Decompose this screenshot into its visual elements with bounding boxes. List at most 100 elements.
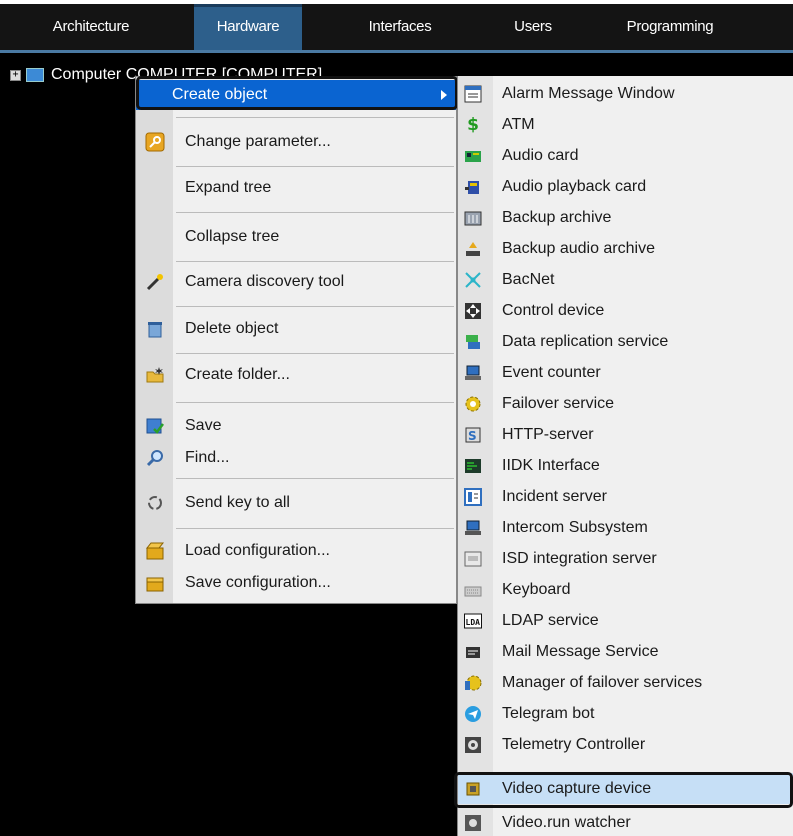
submenu-item-atm[interactable]: $ ATM <box>458 109 793 140</box>
submenu-item-label: Telegram bot <box>502 704 595 722</box>
submenu-item-mail-message[interactable]: Mail Message Service <box>458 636 793 667</box>
trash-icon <box>145 319 165 339</box>
submenu-item-failover[interactable]: Failover service <box>458 388 793 419</box>
svg-text:S: S <box>468 429 477 443</box>
submenu-item-http-server[interactable]: S HTTP-server <box>458 419 793 450</box>
box-open-icon <box>145 541 165 561</box>
menu-item-change-parameter[interactable]: Change parameter... <box>136 127 456 157</box>
submenu-item-label: Audio playback card <box>502 177 647 195</box>
mail-icon <box>463 642 483 662</box>
save-icon <box>145 416 165 436</box>
telemetry-icon <box>463 735 483 755</box>
submenu-item-bacnet[interactable]: BacNet <box>458 264 793 295</box>
submenu-item-label: Audio card <box>502 146 579 164</box>
submenu-item-telemetry[interactable]: Telemetry Controller <box>458 729 793 760</box>
incident-icon <box>463 487 483 507</box>
menu-separator <box>176 306 454 307</box>
submenu-item-alarm-message-window[interactable]: Alarm Message Window <box>458 78 793 109</box>
create-object-highlight-outline <box>136 76 458 110</box>
telegram-icon <box>463 704 483 724</box>
submenu-item-backup-archive[interactable]: Backup archive <box>458 202 793 233</box>
submenu-item-intercom[interactable]: Intercom Subsystem <box>458 512 793 543</box>
audio-archive-icon <box>463 239 483 259</box>
menu-item-save-config[interactable]: Save configuration... <box>136 568 456 598</box>
tab-hardware[interactable]: Hardware <box>194 4 302 50</box>
menu-separator <box>176 261 454 262</box>
submenu-item-telegram-bot[interactable]: Telegram bot <box>458 698 793 729</box>
submenu-item-label: HTTP-server <box>502 425 594 443</box>
submenu-item-label: Alarm Message Window <box>502 84 675 102</box>
menu-item-label: Send key to all <box>185 494 290 511</box>
submenu-item-event-counter[interactable]: Event counter <box>458 357 793 388</box>
manager-icon <box>463 673 483 693</box>
audio-card-icon <box>463 146 483 166</box>
menu-separator <box>176 528 454 529</box>
top-tab-bar: Architecture Hardware Interfaces Users P… <box>0 4 793 50</box>
magnifier-icon <box>145 448 165 468</box>
message-window-icon <box>463 84 483 104</box>
submenu-item-label: Backup audio archive <box>502 239 655 257</box>
expand-icon[interactable]: + <box>10 69 21 81</box>
submenu-item-backup-audio-archive[interactable]: Backup audio archive <box>458 233 793 264</box>
submenu-item-isd-integration[interactable]: ISD integration server <box>458 543 793 574</box>
submenu-item-manager-failover[interactable]: Manager of failover services <box>458 667 793 698</box>
submenu-item-label: Manager of failover services <box>502 673 703 691</box>
menu-item-expand-tree[interactable]: Expand tree <box>136 173 456 203</box>
dollar-icon: $ <box>467 114 479 135</box>
menu-separator <box>176 353 454 354</box>
submenu-item-label: LDAP service <box>502 611 599 629</box>
server-icon: S <box>463 425 483 445</box>
computer-icon <box>26 68 44 82</box>
submenu-item-label: Control device <box>502 301 605 319</box>
magic-wand-icon <box>145 272 165 292</box>
submenu-item-label: Telemetry Controller <box>502 735 646 753</box>
submenu-item-control-device[interactable]: Control device <box>458 295 793 326</box>
video-capture-highlight-outline <box>454 772 793 808</box>
tab-architecture[interactable]: Architecture <box>32 4 150 50</box>
submenu-item-video-run-watcher[interactable]: Video.run watcher <box>458 807 793 836</box>
submenu-item-label: Keyboard <box>502 580 571 598</box>
menu-item-label: Change parameter... <box>185 133 331 150</box>
menu-item-collapse-tree[interactable]: Collapse tree <box>136 222 456 252</box>
box-icon <box>145 573 165 593</box>
menu-item-label: Collapse tree <box>185 228 280 245</box>
submenu-item-label: BacNet <box>502 270 555 288</box>
submenu-item-iidk-interface[interactable]: IIDK Interface <box>458 450 793 481</box>
submenu-item-label: IIDK Interface <box>502 456 600 474</box>
context-menu: Create object Change parameter... Expand… <box>135 76 457 604</box>
submenu-item-incident-server[interactable]: Incident server <box>458 481 793 512</box>
submenu-item-audio-card[interactable]: Audio card <box>458 140 793 171</box>
move-icon <box>463 301 483 321</box>
tab-interfaces[interactable]: Interfaces <box>344 4 456 50</box>
menu-item-label: Camera discovery tool <box>185 273 345 290</box>
menu-item-label: Expand tree <box>185 179 272 196</box>
menu-item-label: Create folder... <box>185 366 290 383</box>
tab-users[interactable]: Users <box>488 4 578 50</box>
menu-item-delete-object[interactable]: Delete object <box>136 314 456 344</box>
menu-item-load-config[interactable]: Load configuration... <box>136 536 456 566</box>
menu-separator <box>176 402 454 403</box>
submenu-item-ldap[interactable]: LDA LDAP service <box>458 605 793 636</box>
submenu-item-data-replication[interactable]: Data replication service <box>458 326 793 357</box>
menu-item-save[interactable]: Save <box>136 411 456 441</box>
integration-icon <box>463 549 483 569</box>
keyboard-icon <box>463 580 483 600</box>
submenu-item-label: Video.run watcher <box>502 813 631 831</box>
watcher-icon <box>463 813 483 833</box>
menu-separator <box>176 478 454 479</box>
submenu-item-label: Intercom Subsystem <box>502 518 648 536</box>
submenu-item-audio-playback-card[interactable]: Audio playback card <box>458 171 793 202</box>
tab-programming[interactable]: Programming <box>605 4 735 50</box>
submenu-item-label: ISD integration server <box>502 549 657 567</box>
menu-item-create-folder[interactable]: Create folder... <box>136 360 456 390</box>
menu-item-label: Delete object <box>185 320 279 337</box>
submenu-item-keyboard[interactable]: Keyboard <box>458 574 793 605</box>
sync-icon <box>145 493 165 513</box>
submenu-item-label: ATM <box>502 115 535 133</box>
intercom-icon <box>463 518 483 538</box>
submenu-item-label: Backup archive <box>502 208 612 226</box>
menu-item-send-key[interactable]: Send key to all <box>136 488 456 518</box>
menu-item-camera-discovery[interactable]: Camera discovery tool <box>136 267 456 297</box>
menu-item-find[interactable]: Find... <box>136 443 456 473</box>
terminal-icon <box>463 456 483 476</box>
